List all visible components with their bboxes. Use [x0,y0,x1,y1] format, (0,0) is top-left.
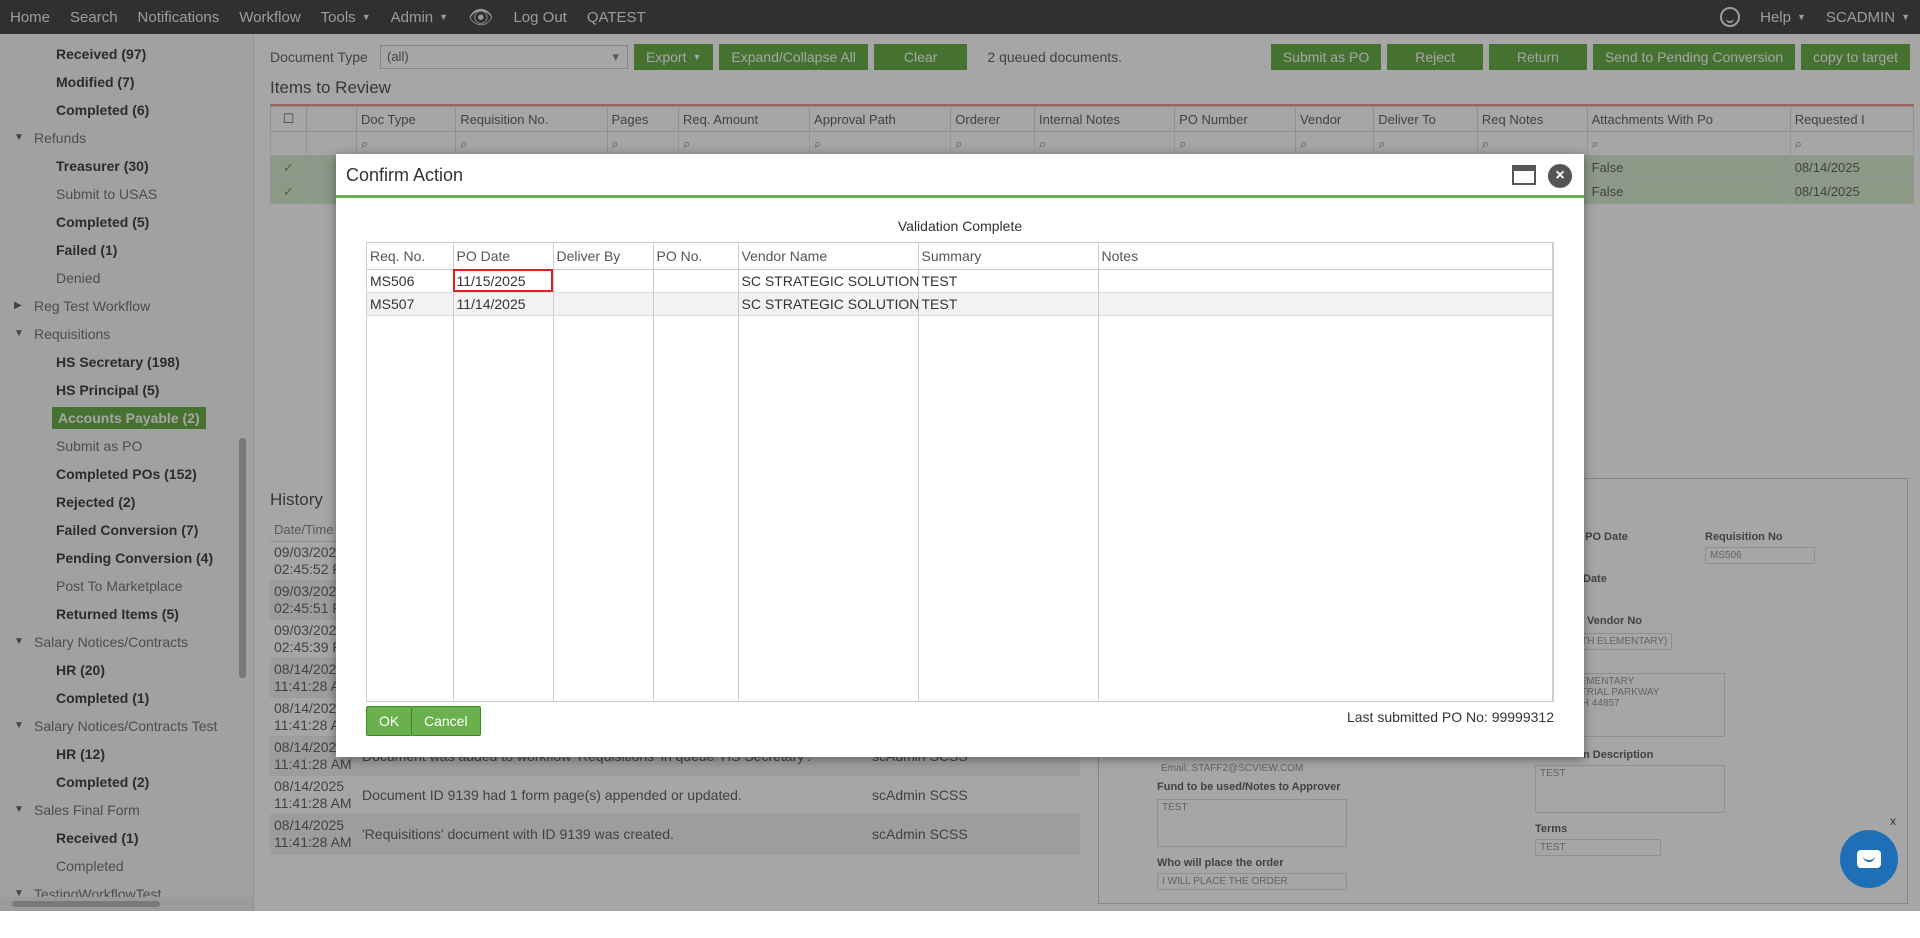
empty-cell [553,315,654,701]
chat-launcher[interactable] [1840,830,1898,888]
cell-summary[interactable]: TEST [918,292,1099,316]
empty-cell [653,315,739,701]
cell-notes[interactable] [1098,269,1553,293]
close-icon[interactable]: × [1548,164,1572,188]
table-header-cell[interactable]: Vendor Name [738,243,919,270]
table-filler-row [367,315,1553,701]
table-header-cell[interactable]: Deliver By [553,243,654,270]
cell-po-no[interactable] [653,269,739,293]
validation-status: Validation Complete [897,218,1023,234]
table-header-cell[interactable]: PO No. [653,243,739,270]
confirm-action-dialog: Confirm Action × Validation Complete Req… [336,154,1584,757]
cell-po-date[interactable]: 11/15/2025 [453,269,554,293]
cell-summary[interactable]: TEST [918,269,1099,293]
cell-notes[interactable] [1098,292,1553,316]
cell-po-no[interactable] [653,292,739,316]
cell-po-date[interactable]: 11/14/2025 [453,292,554,316]
cell-vendor[interactable]: SC STRATEGIC SOLUTIONS [738,269,919,293]
empty-cell [453,315,554,701]
validation-table: Req. No. PO Date Deliver By PO No. Vendor Na… [366,242,1554,702]
cancel-button[interactable]: Cancel [411,706,481,736]
table-row[interactable]: MS507 11/14/2025 SC STRATEGIC SOLUTIONS TES… [367,292,1553,316]
chat-close-icon[interactable]: x [1890,814,1896,828]
last-submitted-po: Last submitted PO No: 99999312 [1346,709,1554,725]
table-header-cell[interactable]: PO Date [453,243,554,270]
empty-cell [738,315,919,701]
empty-cell [918,315,1099,701]
cell-deliver-by[interactable] [553,292,654,316]
empty-cell [367,315,454,701]
table-header-row: Req. No. PO Date Deliver By PO No. Vendor Na… [367,243,1553,270]
dialog-header: Confirm Action × [336,154,1584,198]
dialog-title: Confirm Action [346,165,464,185]
table-row[interactable]: MS506 11/15/2025 SC STRATEGIC SOLUTIONS TES… [367,269,1553,293]
ok-button[interactable]: OK [366,706,413,736]
table-header-cell[interactable]: Summary [918,243,1099,270]
cell-vendor[interactable]: SC STRATEGIC SOLUTIONS [738,292,919,316]
maximize-icon[interactable] [1512,165,1536,185]
table-header-cell[interactable]: Notes [1098,243,1553,270]
cell-req-no[interactable]: MS507 [367,292,454,316]
empty-cell [1098,315,1553,701]
chat-icon [1857,850,1881,868]
table-header-cell[interactable]: Req. No. [367,243,454,270]
table-body: MS506 11/15/2025 SC STRATEGIC SOLUTIONS TES… [367,269,1553,701]
cell-deliver-by[interactable] [553,269,654,293]
cell-req-no[interactable]: MS506 [367,269,454,293]
